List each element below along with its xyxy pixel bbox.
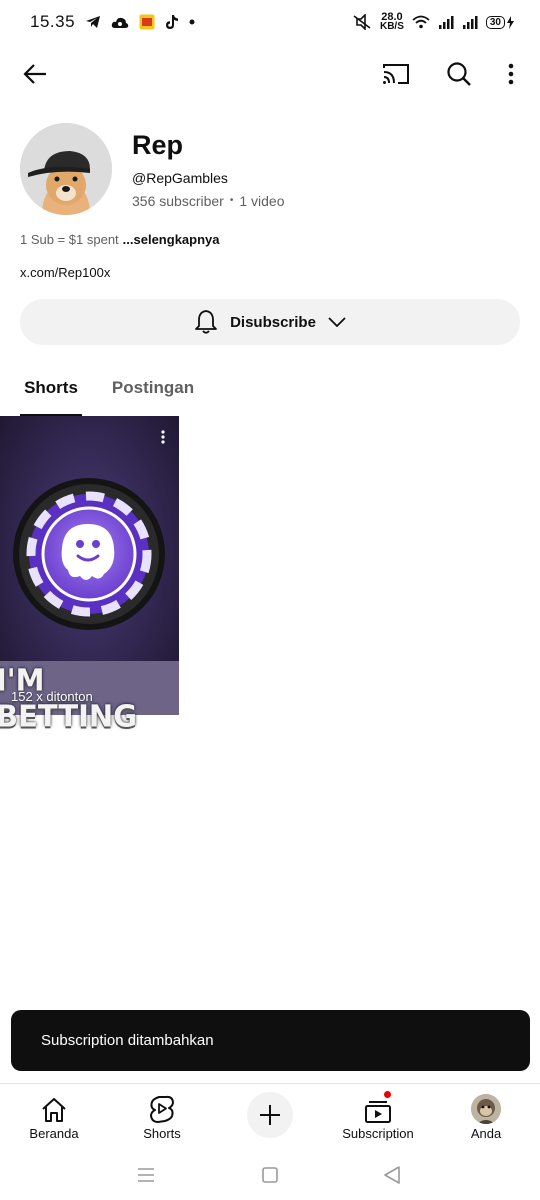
signal-icon	[438, 15, 454, 29]
mute-icon	[352, 14, 372, 30]
subscribed-button[interactable]: Disubscribe	[20, 299, 520, 345]
bell-icon	[195, 310, 217, 334]
nav-home-label: Beranda	[29, 1126, 79, 1141]
nav-you[interactable]: Anda	[436, 1084, 536, 1147]
net-speed-unit: KB/S	[379, 21, 404, 32]
cast-icon	[383, 64, 409, 84]
recents-button[interactable]	[134, 1163, 158, 1187]
chevron-down-icon	[328, 317, 346, 327]
plus-icon	[260, 1105, 280, 1125]
tiktok-icon	[165, 14, 179, 30]
battery-icon: 30	[485, 15, 514, 29]
short-more-button[interactable]	[153, 426, 173, 448]
channel-tabs: Shorts Postingan	[0, 360, 540, 416]
subscribed-label: Disubscribe	[230, 313, 316, 331]
net-speed: 28.0 KB/S	[379, 12, 404, 32]
more-options-button[interactable]	[491, 54, 531, 94]
cloud-icon	[111, 16, 129, 29]
cast-button[interactable]	[376, 54, 416, 94]
channel-handle: @RepGambles	[132, 170, 228, 186]
short-view-count: 152 x ditonton	[11, 689, 93, 704]
back-button[interactable]	[15, 54, 55, 94]
triangle-back-icon	[384, 1166, 400, 1184]
channel-avatar[interactable]	[20, 123, 112, 215]
notification-badge	[383, 1090, 392, 1099]
channel-name: Rep	[132, 130, 184, 160]
nav-shorts[interactable]: Shorts	[112, 1084, 212, 1147]
nav-subscriptions[interactable]: Subscription	[328, 1084, 428, 1147]
square-icon	[262, 1167, 278, 1183]
nav-subscriptions-label: Subscription	[342, 1126, 414, 1141]
subscriber-count: 356 subscriber	[132, 193, 224, 209]
tab-posts-label: Postingan	[111, 378, 195, 397]
nav-shorts-label: Shorts	[143, 1126, 181, 1141]
channel-stats: 356 subscriber • 1 video	[132, 193, 285, 209]
battery-level: 30	[485, 15, 505, 29]
tab-shorts-label: Shorts	[24, 378, 78, 397]
telegram-icon	[85, 15, 101, 29]
video-count: 1 video	[239, 193, 285, 209]
tab-posts[interactable]: Postingan	[110, 360, 196, 416]
search-button[interactable]	[439, 54, 479, 94]
arrow-left-icon	[23, 64, 46, 84]
system-navigation	[0, 1150, 540, 1200]
more-vertical-icon	[161, 430, 165, 444]
stats-separator: •	[229, 195, 234, 206]
search-icon	[447, 62, 471, 86]
bottom-navigation: Beranda Shorts Subscription Anda	[0, 1083, 540, 1146]
tab-shorts[interactable]: Shorts	[20, 360, 82, 416]
wifi-icon	[412, 15, 430, 29]
channel-description[interactable]: 1 Sub = $1 spent ...selengkapnya	[20, 232, 220, 247]
status-bar: 15.35 28.0 KB/S 30	[0, 0, 540, 44]
description-text: 1 Sub = $1 spent	[20, 232, 119, 247]
signal-icon	[462, 15, 478, 29]
app-badge-icon	[139, 14, 155, 30]
status-time: 15.35	[30, 12, 76, 31]
home-icon	[42, 1098, 66, 1122]
nav-you-label: Anda	[470, 1126, 502, 1141]
app-bar	[0, 44, 540, 102]
system-back-button[interactable]	[380, 1163, 404, 1187]
subscriptions-icon	[365, 1101, 391, 1123]
snackbar-text: Subscription ditambahkan	[41, 1032, 214, 1049]
description-more-link[interactable]: ...selengkapnya	[123, 232, 220, 247]
snackbar: Subscription ditambahkan	[11, 1010, 530, 1071]
home-button[interactable]	[258, 1163, 282, 1187]
nav-home[interactable]: Beranda	[4, 1084, 104, 1147]
menu-icon	[138, 1168, 154, 1182]
shorts-icon	[150, 1095, 174, 1123]
channel-link[interactable]: x.com/Rep100x	[20, 265, 110, 280]
avatar-icon	[471, 1094, 501, 1124]
nav-create[interactable]	[220, 1084, 320, 1147]
more-vertical-icon	[508, 63, 514, 85]
dot-icon	[189, 19, 195, 25]
